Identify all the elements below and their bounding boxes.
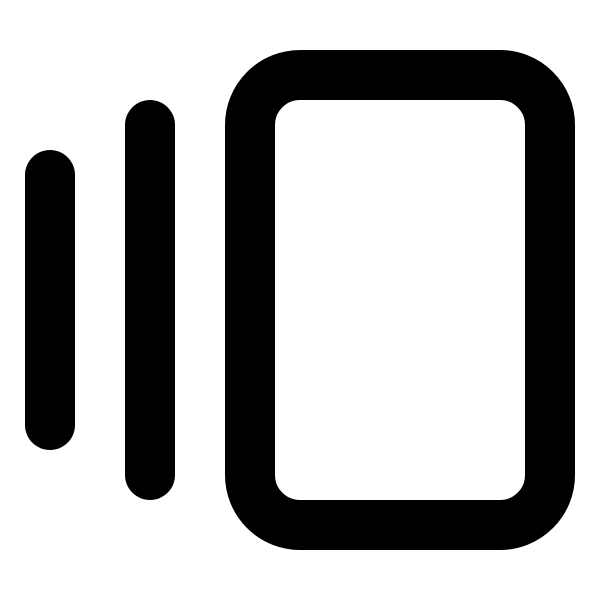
front-card-icon bbox=[225, 50, 575, 550]
icon-canvas bbox=[0, 0, 600, 600]
stacked-cards-icon bbox=[25, 50, 575, 550]
